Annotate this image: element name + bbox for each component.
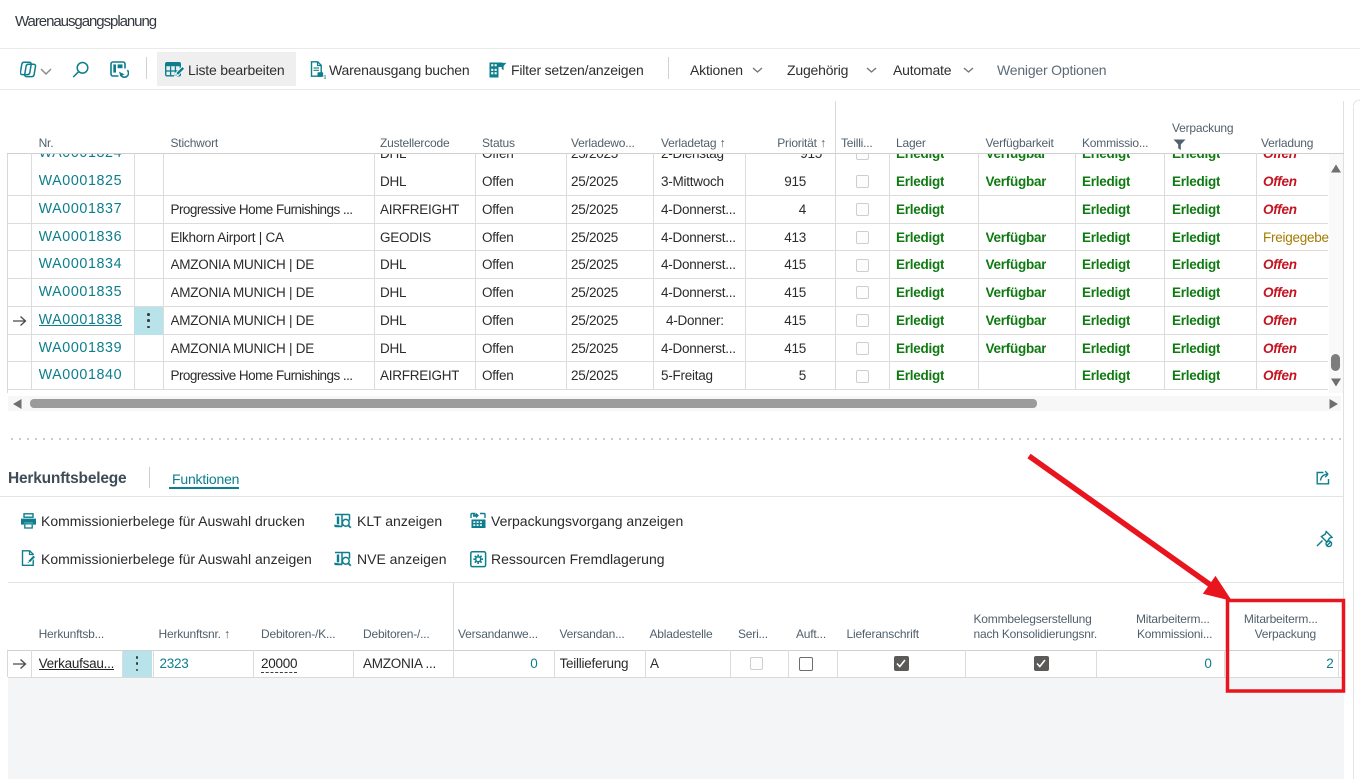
svg-text:9: 9 <box>323 75 326 79</box>
